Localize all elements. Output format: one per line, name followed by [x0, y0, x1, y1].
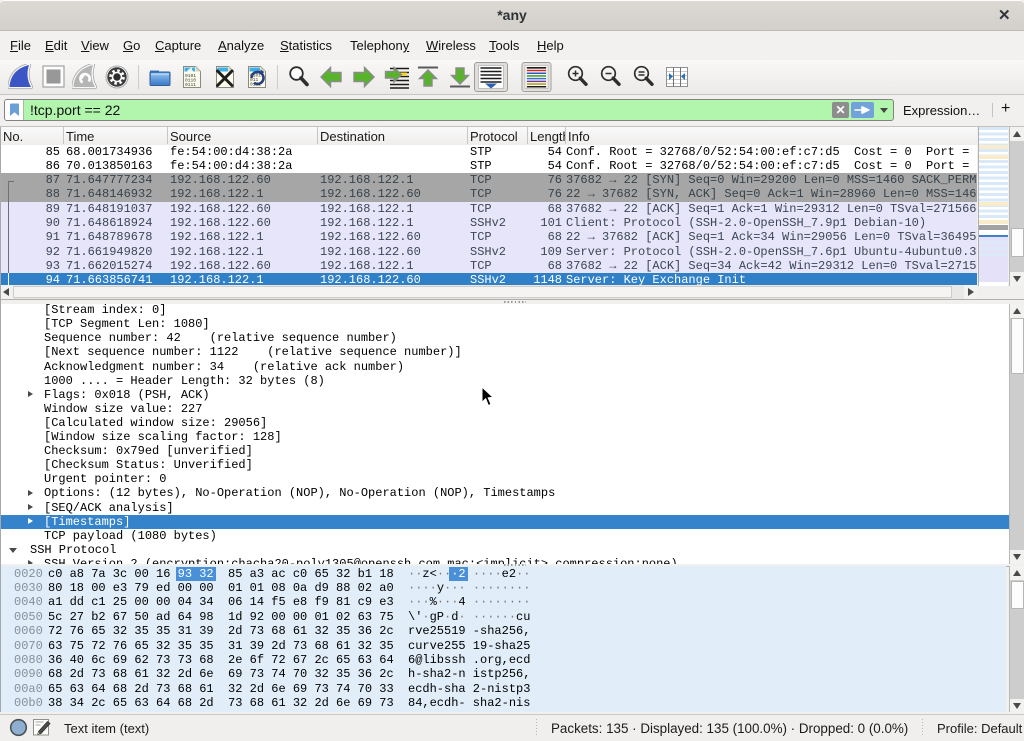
- svg-text:0111: 0111: [185, 82, 196, 88]
